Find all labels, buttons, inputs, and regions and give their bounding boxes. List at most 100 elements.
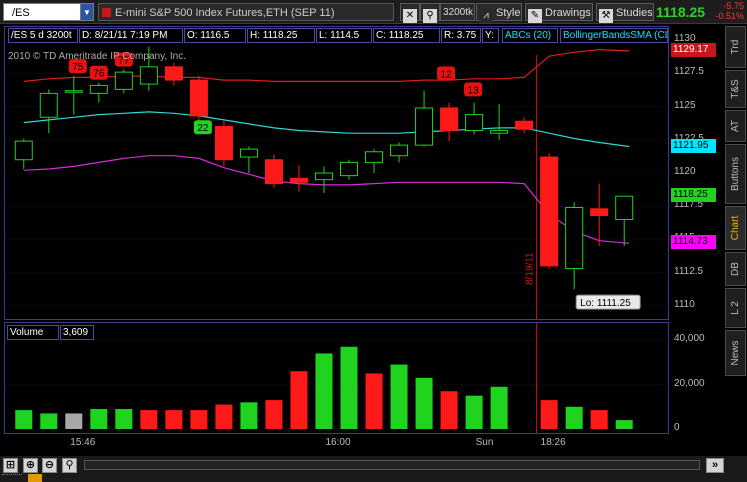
symbol-input[interactable]: /ES xyxy=(3,3,81,21)
time-tick-label: 18:26 xyxy=(540,437,566,448)
study-marker-label: 22 xyxy=(197,123,209,134)
chart-toolbar: /ES ▼ E-mini S&P 500 Index Futures,ETH (… xyxy=(0,0,747,24)
volume-bar xyxy=(565,406,583,429)
active-indicator-icon xyxy=(28,474,42,482)
price-tick-label: 1125 xyxy=(674,99,696,111)
open-readout: O: 1116.5 xyxy=(184,28,246,43)
volume-bar xyxy=(265,400,283,429)
volume-panel: Volume 3,609 40,000 20,000 0 15:46 16:00 Sun… xyxy=(4,322,723,456)
volume-axis[interactable]: 40,000 20,000 0 xyxy=(669,322,723,434)
volume-bar xyxy=(365,373,383,429)
volume-chart-svg xyxy=(5,323,668,433)
price-chart-svg: 8/19/11757677221213Lo: 1111.25 xyxy=(5,39,668,319)
candle-body xyxy=(264,159,283,185)
candle-body xyxy=(189,79,208,117)
price-flag: 1121.95 xyxy=(671,139,716,154)
zoom-out-button[interactable]: ⊖ xyxy=(42,458,57,473)
close-icon: ✕ xyxy=(403,9,417,23)
fit-zoom-button[interactable]: ⚲ xyxy=(62,458,77,473)
sidebar-tab-news[interactable]: News xyxy=(725,330,746,376)
volume-bar xyxy=(40,413,58,429)
panel-resize-handle[interactable] xyxy=(2,474,22,480)
drawing-pencil-icon: ✎ xyxy=(528,9,542,23)
time-tick-label: Sun xyxy=(475,437,494,448)
candle-body xyxy=(64,90,83,93)
candle-body xyxy=(214,126,233,161)
bollinger-study-label[interactable]: BollingerBandsSMA (CLOS... xyxy=(560,28,668,43)
candle-body xyxy=(114,71,133,90)
last-price: 1118.25 xyxy=(656,4,706,20)
study-marker-label: 13 xyxy=(468,85,480,96)
line-chart-icon: ⩘ xyxy=(479,9,493,23)
symbol-color-marker-icon xyxy=(102,8,111,17)
abcs-study-label[interactable]: ABCs (20) xyxy=(502,28,558,43)
volume-plot-area[interactable]: Volume 3,609 xyxy=(4,322,669,434)
price-flag: 1118.25 xyxy=(671,188,716,203)
horizontal-scrollbar[interactable] xyxy=(84,460,700,470)
candle-body xyxy=(415,107,434,146)
zoom-button[interactable]: ⚲ xyxy=(420,3,440,23)
candle-body xyxy=(365,151,384,163)
range-readout: R: 3.75 xyxy=(441,28,481,43)
period-readout: /ES 5 d 3200t xyxy=(8,28,78,43)
price-plot-area[interactable]: 8/19/11 75 76 77 22 12 13 Lo: 1111.25 /ES 5 d 3… xyxy=(4,26,669,320)
scroll-right-button[interactable]: » xyxy=(706,458,724,473)
right-sidebar: Trd T&S AT Buttons Chart DB L 2 News xyxy=(724,26,747,466)
net-change-value: -5.75 xyxy=(723,1,744,11)
volume-bar xyxy=(315,353,333,429)
volume-bar xyxy=(240,402,258,429)
volume-bar xyxy=(465,395,483,429)
candle-body xyxy=(390,144,409,157)
sidebar-tab-label: Buttons xyxy=(729,157,741,191)
bottom-control-bar: ⊞ ⊕ ⊖ ⚲ » xyxy=(0,456,747,482)
studies-icon: ⚒ xyxy=(599,9,613,23)
volume-bar xyxy=(590,410,608,429)
symbol-dropdown-button[interactable]: ▼ xyxy=(80,3,94,21)
candle-body xyxy=(515,120,534,130)
style-button[interactable]: ⩘ Style xyxy=(476,3,522,23)
bar-info-strip: /ES 5 d 3200t D: 8/21/11 7:19 PM O: 1116… xyxy=(8,28,668,43)
sidebar-tab-at[interactable]: AT xyxy=(725,110,746,142)
drawings-label: Drawings xyxy=(545,7,591,19)
candle-body xyxy=(340,161,359,177)
volume-bar xyxy=(540,400,558,429)
candle-body xyxy=(565,207,584,270)
time-axis[interactable]: 15:46 16:00 Sun 18:26 xyxy=(4,434,669,454)
price-tick-label: 1112.5 xyxy=(674,265,704,277)
y-readout: Y: xyxy=(482,28,499,43)
sidebar-tab-buttons[interactable]: Buttons xyxy=(725,144,746,204)
price-axis[interactable]: 11301127.511251122.511201117.511151112.5… xyxy=(669,26,723,320)
price-chart-panel: 8/19/11 75 76 77 22 12 13 Lo: 1111.25 /ES 5 d 3… xyxy=(4,26,723,320)
candle-body xyxy=(289,177,308,183)
candle-body xyxy=(615,195,634,220)
style-label: Style xyxy=(496,7,521,19)
candle-body xyxy=(139,66,158,85)
candle-body xyxy=(314,172,333,181)
candle-body xyxy=(540,156,559,267)
drawing-mode-button[interactable]: ⊞ xyxy=(3,458,18,473)
volume-tick-label: 20,000 xyxy=(674,377,705,389)
studies-label: Studies xyxy=(616,7,653,19)
close-chart-button[interactable]: ✕ xyxy=(400,3,420,23)
session-date-label: 8/19/11 xyxy=(525,252,536,285)
magnifier-icon: ⚲ xyxy=(65,459,74,471)
volume-bar xyxy=(165,410,183,429)
copyright-text: 2010 © TD Ameritrade IP Company, Inc. xyxy=(8,51,187,62)
candle-body xyxy=(164,66,183,81)
volume-value: 3,609 xyxy=(60,325,94,340)
middle-bollinger-band xyxy=(23,111,630,148)
candle-body xyxy=(490,130,509,134)
time-tick-label: 16:00 xyxy=(325,437,351,448)
double-chevron-right-icon: » xyxy=(711,459,719,471)
aggregation-button[interactable]: 3200tk xyxy=(440,3,475,21)
sidebar-tab-l-2[interactable]: L 2 xyxy=(725,288,746,328)
volume-bar xyxy=(90,409,108,429)
volume-bar xyxy=(15,410,33,429)
studies-button[interactable]: ⚒ Studies xyxy=(596,3,654,23)
zoom-out-icon: ⊖ xyxy=(44,459,55,471)
zoom-in-button[interactable]: ⊕ xyxy=(23,458,38,473)
price-tick-label: 1120 xyxy=(674,166,696,177)
grid-icon: ⊞ xyxy=(5,459,16,471)
drawings-button[interactable]: ✎ Drawings xyxy=(525,3,593,23)
time-tick-label: 15:46 xyxy=(70,437,96,448)
